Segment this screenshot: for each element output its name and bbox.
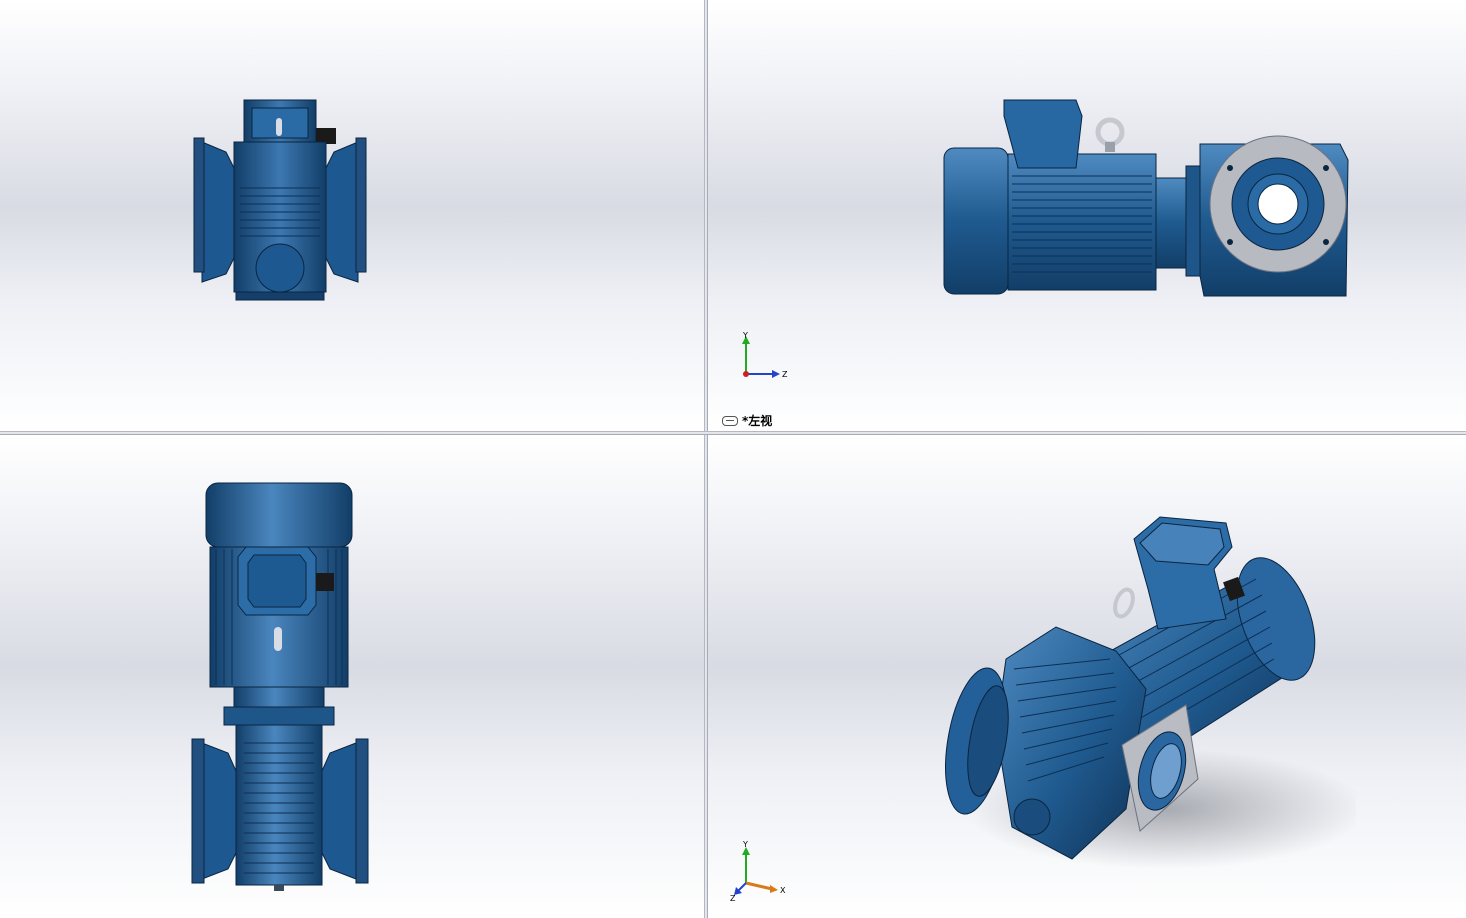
triad-z-label: Z bbox=[782, 370, 788, 379]
viewport-top-right[interactable]: Y Z *左视 bbox=[708, 0, 1466, 431]
viewport-splitter-horizontal[interactable] bbox=[0, 431, 1466, 435]
viewport-bottom-left[interactable] bbox=[0, 435, 704, 918]
viewport-splitter-vertical[interactable] bbox=[704, 0, 708, 918]
gearmotor-model-isometric-view[interactable] bbox=[936, 509, 1356, 893]
view-orientation-label[interactable]: *左视 bbox=[722, 412, 772, 429]
link-views-icon[interactable] bbox=[722, 415, 738, 426]
viewport-bottom-right[interactable]: Y X Z bbox=[708, 435, 1466, 918]
coordinate-triad-isometric: Y X Z bbox=[730, 840, 786, 903]
gearmotor-model-front-view[interactable] bbox=[190, 98, 370, 304]
triad-y-label-iso: Y bbox=[742, 840, 748, 849]
triad-y-label: Y bbox=[742, 331, 748, 340]
viewport-top-left[interactable] bbox=[0, 0, 704, 431]
triad-z-label-iso: Z bbox=[730, 894, 736, 903]
gearmotor-model-top-view[interactable] bbox=[188, 481, 372, 893]
gearmotor-model-left-view[interactable] bbox=[942, 96, 1350, 298]
view-name: *左视 bbox=[742, 414, 773, 428]
coordinate-triad: Y Z bbox=[742, 331, 788, 379]
triad-x-label-iso: X bbox=[780, 886, 786, 895]
